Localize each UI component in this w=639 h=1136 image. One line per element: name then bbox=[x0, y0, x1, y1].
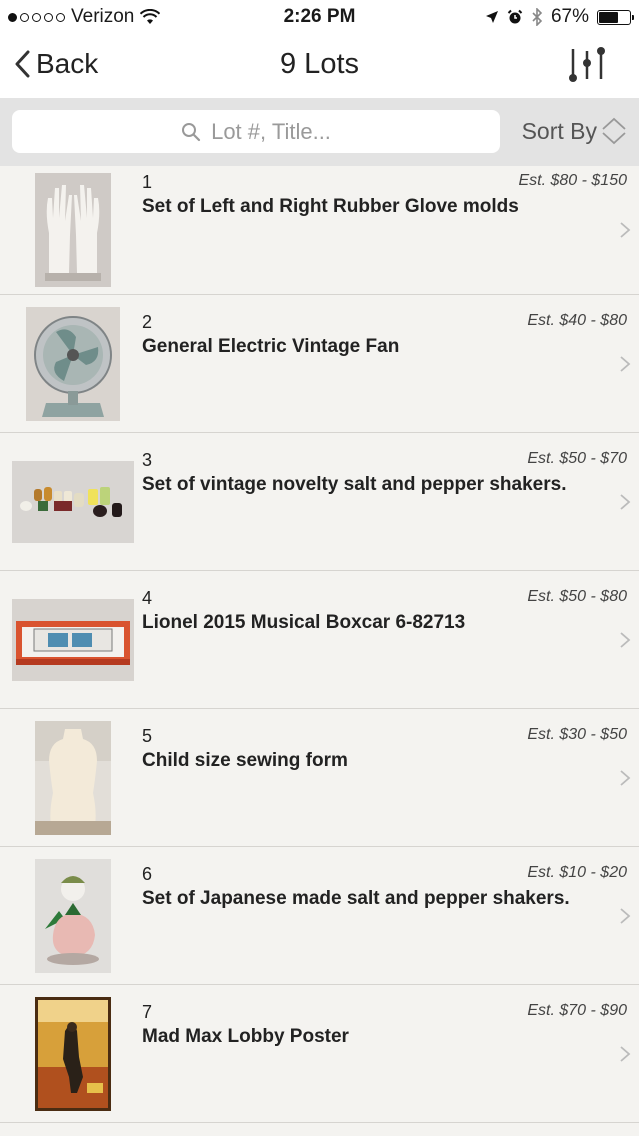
filter-sliders-icon[interactable] bbox=[567, 45, 611, 85]
chevron-right-icon bbox=[620, 355, 631, 372]
mad-max-poster-image bbox=[35, 996, 111, 1111]
lot-title: Mad Max Lobby Poster bbox=[142, 1026, 349, 1047]
lot-number: 2 bbox=[142, 312, 153, 332]
lot-row[interactable]: 1 Est. $80 - $150 Set of Left and Right … bbox=[0, 166, 639, 295]
lot-thumbnail bbox=[12, 166, 134, 294]
lot-row[interactable]: 2 Est. $40 - $80 General Electric Vintag… bbox=[0, 295, 639, 433]
boxcar-image bbox=[12, 598, 134, 681]
lot-estimate: Est. $10 - $20 bbox=[527, 864, 627, 881]
lot-thumbnail bbox=[12, 985, 134, 1122]
chevron-right-icon bbox=[620, 493, 631, 510]
lot-title: Set of Japanese made salt and pepper sha… bbox=[142, 888, 570, 909]
sewing-form-image bbox=[35, 720, 111, 835]
status-right: 67% bbox=[485, 6, 634, 28]
lot-row[interactable]: 6 Est. $10 - $20 Set of Japanese made sa… bbox=[0, 847, 639, 985]
lot-title: Set of Left and Right Rubber Glove molds bbox=[142, 196, 519, 217]
sort-by-button[interactable]: Sort By bbox=[522, 117, 627, 145]
lot-list: 1 Est. $80 - $150 Set of Left and Right … bbox=[0, 166, 639, 1123]
sort-by-label: Sort By bbox=[521, 117, 597, 144]
search-icon bbox=[182, 122, 201, 141]
chevron-right-icon bbox=[620, 907, 631, 924]
lot-number: 3 bbox=[142, 450, 153, 470]
salt-pepper-shakers-image bbox=[12, 460, 134, 543]
bluetooth-icon bbox=[532, 8, 543, 26]
lot-estimate: Est. $80 - $150 bbox=[518, 172, 627, 189]
lot-estimate: Est. $70 - $90 bbox=[527, 1002, 627, 1019]
lot-estimate: Est. $40 - $80 bbox=[527, 312, 627, 329]
page-title: 9 Lots bbox=[280, 48, 359, 80]
chevron-right-icon bbox=[620, 631, 631, 648]
lot-thumbnail bbox=[12, 433, 134, 570]
sort-toggle-icon bbox=[602, 117, 626, 145]
lot-thumbnail bbox=[12, 709, 134, 846]
lot-row[interactable]: 4 Est. $50 - $80 Lionel 2015 Musical Box… bbox=[0, 571, 639, 709]
battery-icon bbox=[597, 9, 634, 25]
lot-title: General Electric Vintage Fan bbox=[142, 336, 400, 357]
lot-number: 6 bbox=[142, 864, 153, 884]
lot-thumbnail bbox=[12, 295, 134, 432]
status-bar: Verizon 2:26 PM 67% bbox=[0, 0, 639, 34]
lot-number: 1 bbox=[142, 172, 153, 192]
chevron-right-icon bbox=[620, 1045, 631, 1062]
lot-number: 7 bbox=[142, 1002, 153, 1022]
search-bar: Lot #, Title... Sort By bbox=[0, 98, 639, 166]
lot-row[interactable]: 3 Est. $50 - $70 Set of vintage novelty … bbox=[0, 433, 639, 571]
search-placeholder: Lot #, Title... bbox=[211, 118, 331, 144]
lot-estimate: Est. $50 - $80 bbox=[527, 588, 627, 605]
lot-number: 5 bbox=[142, 726, 153, 746]
location-arrow-icon bbox=[485, 11, 498, 23]
lot-estimate: Est. $30 - $50 bbox=[527, 726, 627, 743]
lot-thumbnail bbox=[12, 571, 134, 708]
lot-row[interactable]: 5 Est. $30 - $50 Child size sewing form bbox=[0, 709, 639, 847]
japanese-shakers-image bbox=[35, 858, 111, 973]
battery-percent: 67% bbox=[550, 6, 589, 27]
lot-estimate: Est. $50 - $70 bbox=[527, 450, 627, 467]
navigation-bar: Back 9 Lots bbox=[0, 34, 639, 98]
vintage-fan-image bbox=[26, 306, 120, 421]
chevron-right-icon bbox=[620, 769, 631, 786]
lot-thumbnail bbox=[12, 847, 134, 984]
lot-title: Lionel 2015 Musical Boxcar 6-82713 bbox=[142, 612, 466, 633]
lot-title: Set of vintage novelty salt and pepper s… bbox=[142, 474, 567, 495]
lot-number: 4 bbox=[142, 588, 153, 608]
alarm-clock-icon bbox=[507, 9, 523, 24]
lot-row[interactable]: 7 Est. $70 - $90 Mad Max Lobby Poster bbox=[0, 985, 639, 1123]
lot-title: Child size sewing form bbox=[142, 750, 348, 771]
search-input[interactable]: Lot #, Title... bbox=[12, 110, 500, 153]
chevron-right-icon bbox=[620, 222, 631, 238]
glove-molds-image bbox=[35, 173, 111, 287]
